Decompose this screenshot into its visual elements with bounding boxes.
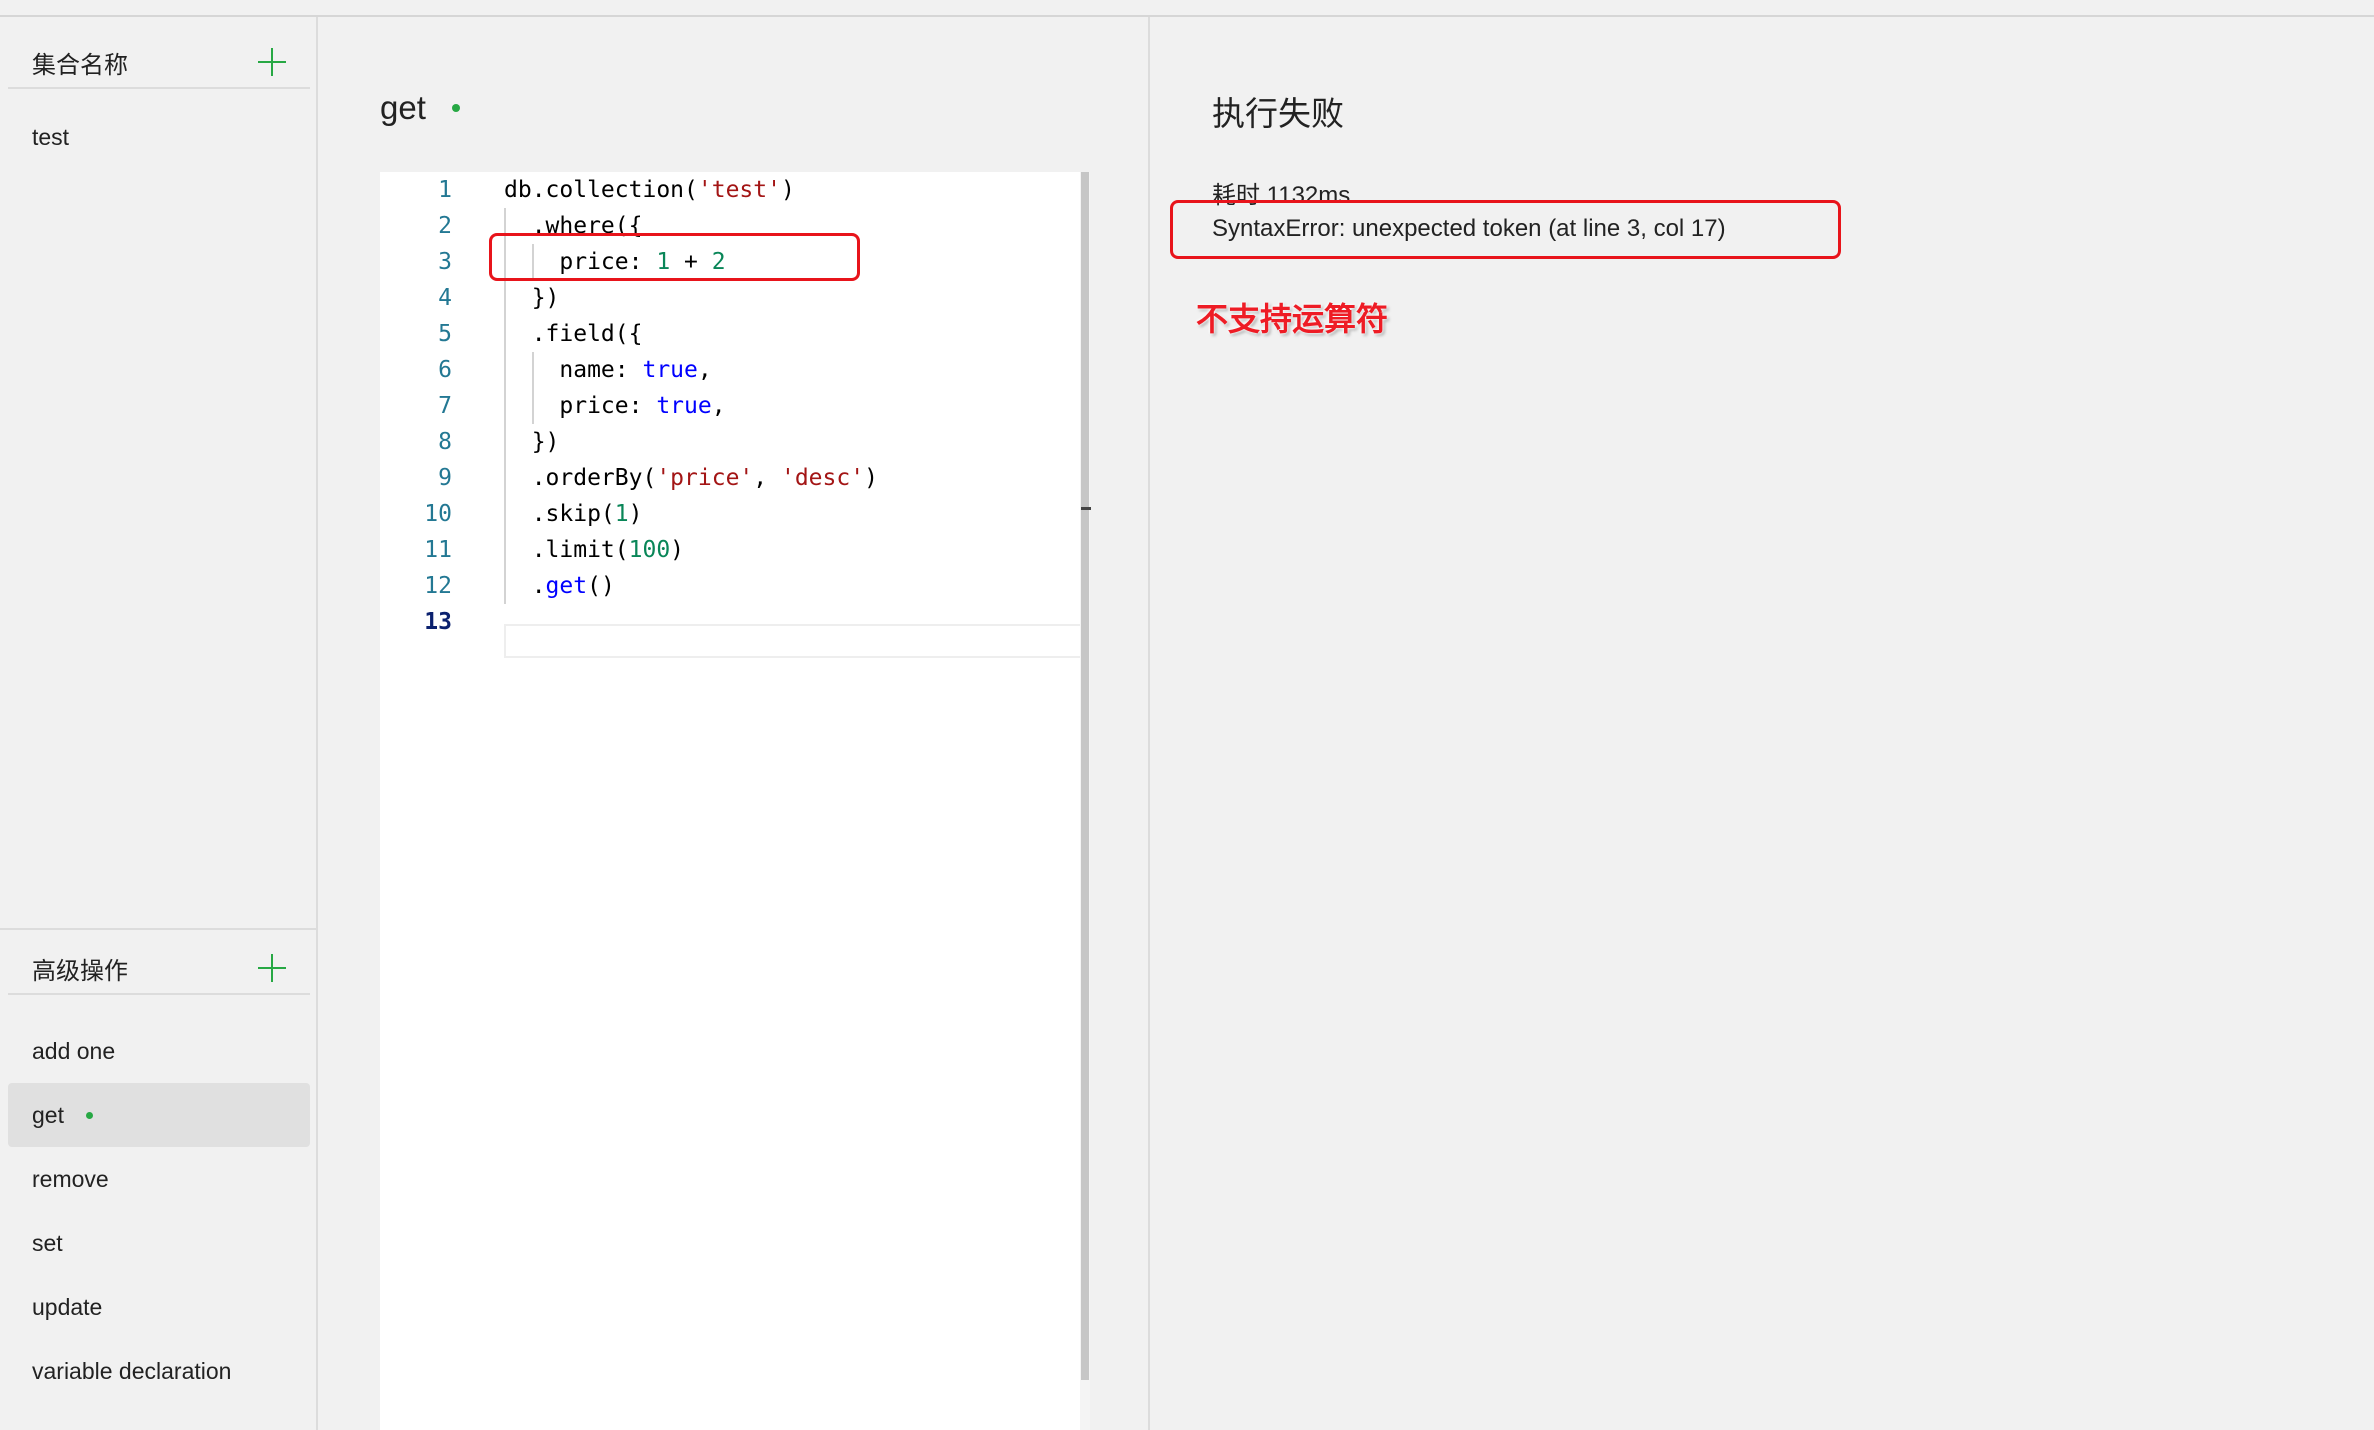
advanced-header-label: 高级操作 — [32, 957, 128, 985]
sidebar-item-label: get — [32, 1101, 64, 1128]
collections-header: 集合名称 — [8, 37, 310, 89]
advanced-header: 高级操作 — [8, 943, 310, 995]
sidebar-item-label: remove — [32, 1165, 109, 1192]
code-line[interactable]: 9 .orderBy('price', 'desc') — [380, 460, 1080, 496]
code-editor[interactable]: 1 db.collection('test') 2 .where({3 price:… — [380, 172, 1090, 1430]
line-number: 9 — [438, 465, 452, 491]
code-line[interactable]: 7 price: true, — [380, 388, 1080, 424]
sidebar-item-set[interactable]: set — [8, 1211, 310, 1275]
line-number: 13 — [424, 609, 452, 635]
code-text[interactable]: .limit(100) — [504, 532, 684, 568]
line-number: 7 — [438, 393, 452, 419]
sidebar-item-variable-declaration[interactable]: variable declaration — [8, 1339, 310, 1403]
sidebar-item-label: set — [32, 1229, 63, 1256]
code-text[interactable]: .get() — [504, 568, 615, 604]
unsaved-dot-icon — [85, 1111, 93, 1119]
code-line[interactable]: 11 .limit(100) — [380, 532, 1080, 568]
sidebar-item-test[interactable]: test — [8, 105, 310, 169]
line-number: 10 — [424, 501, 452, 527]
error-annotation-box — [1170, 200, 1841, 259]
add-operation-plus-icon[interactable] — [258, 954, 286, 982]
sidebar-item-label: update — [32, 1293, 103, 1320]
sidebar-item-remove[interactable]: remove — [8, 1147, 310, 1211]
line-number: 12 — [424, 573, 452, 599]
sidebar-item-label: test — [32, 123, 70, 150]
result-title: 执行失败 — [1212, 95, 1344, 132]
editor-scrollbar[interactable] — [1080, 172, 1090, 1430]
code-text[interactable]: db.collection('test') — [504, 172, 795, 208]
sidebar-item-label: add one — [32, 1037, 116, 1064]
code-line[interactable]: 1 db.collection('test') — [380, 172, 1080, 208]
code-text[interactable]: }) — [504, 280, 560, 316]
line-number: 5 — [438, 321, 452, 347]
editor-pane: get 1 db.collection('test') 2 .where({3 pr… — [320, 17, 1150, 1430]
code-text[interactable]: price: true, — [504, 388, 725, 424]
line-number: 11 — [424, 537, 452, 563]
code-text[interactable]: name: true, — [504, 352, 711, 388]
line-number: 1 — [438, 177, 452, 203]
line-number: 3 — [438, 249, 452, 275]
code-annotation-box — [489, 233, 860, 281]
collections-header-label: 集合名称 — [32, 51, 128, 79]
code-text[interactable]: .skip(1) — [504, 496, 643, 532]
code-line[interactable]: 10 .skip(1) — [380, 496, 1080, 532]
code-text[interactable]: .field({ — [504, 316, 643, 352]
scroll-position-marker — [1081, 507, 1091, 510]
annotation-text: 不支持运算符 — [1196, 301, 1389, 337]
line-number: 2 — [438, 213, 452, 239]
editor-scrollbar-thumb[interactable] — [1081, 172, 1089, 1380]
add-collection-plus-icon[interactable] — [258, 48, 286, 76]
line-number: 8 — [438, 429, 452, 455]
current-line-highlight — [504, 624, 1086, 658]
code-text[interactable]: }) — [504, 424, 560, 460]
line-number: 4 — [438, 285, 452, 311]
editor-title: get — [380, 89, 460, 127]
sidebar-item-update[interactable]: update — [8, 1275, 310, 1339]
sidebar-item-add-one[interactable]: add one — [8, 1019, 310, 1083]
code-line[interactable]: 8 }) — [380, 424, 1080, 460]
collections-list: test — [8, 105, 310, 169]
sidebar-divider — [0, 928, 318, 930]
unsaved-dot-icon — [451, 104, 460, 112]
code-line[interactable]: 4 }) — [380, 280, 1080, 316]
sidebar-item-get[interactable]: get — [8, 1083, 310, 1147]
advanced-list: add one get remove set update variable d… — [8, 1019, 310, 1403]
code-line[interactable]: 12 .get() — [380, 568, 1080, 604]
code-line[interactable]: 5 .field({ — [380, 316, 1080, 352]
line-number: 6 — [438, 357, 452, 383]
window-top-bar — [0, 0, 2374, 17]
code-line[interactable]: 6 name: true, — [380, 352, 1080, 388]
sidebar-item-label: variable declaration — [32, 1357, 232, 1384]
sidebar: 集合名称 test 高级操作 add one get remove set up… — [0, 17, 318, 1430]
code-text[interactable]: .orderBy('price', 'desc') — [504, 460, 878, 496]
editor-title-label: get — [380, 89, 426, 126]
